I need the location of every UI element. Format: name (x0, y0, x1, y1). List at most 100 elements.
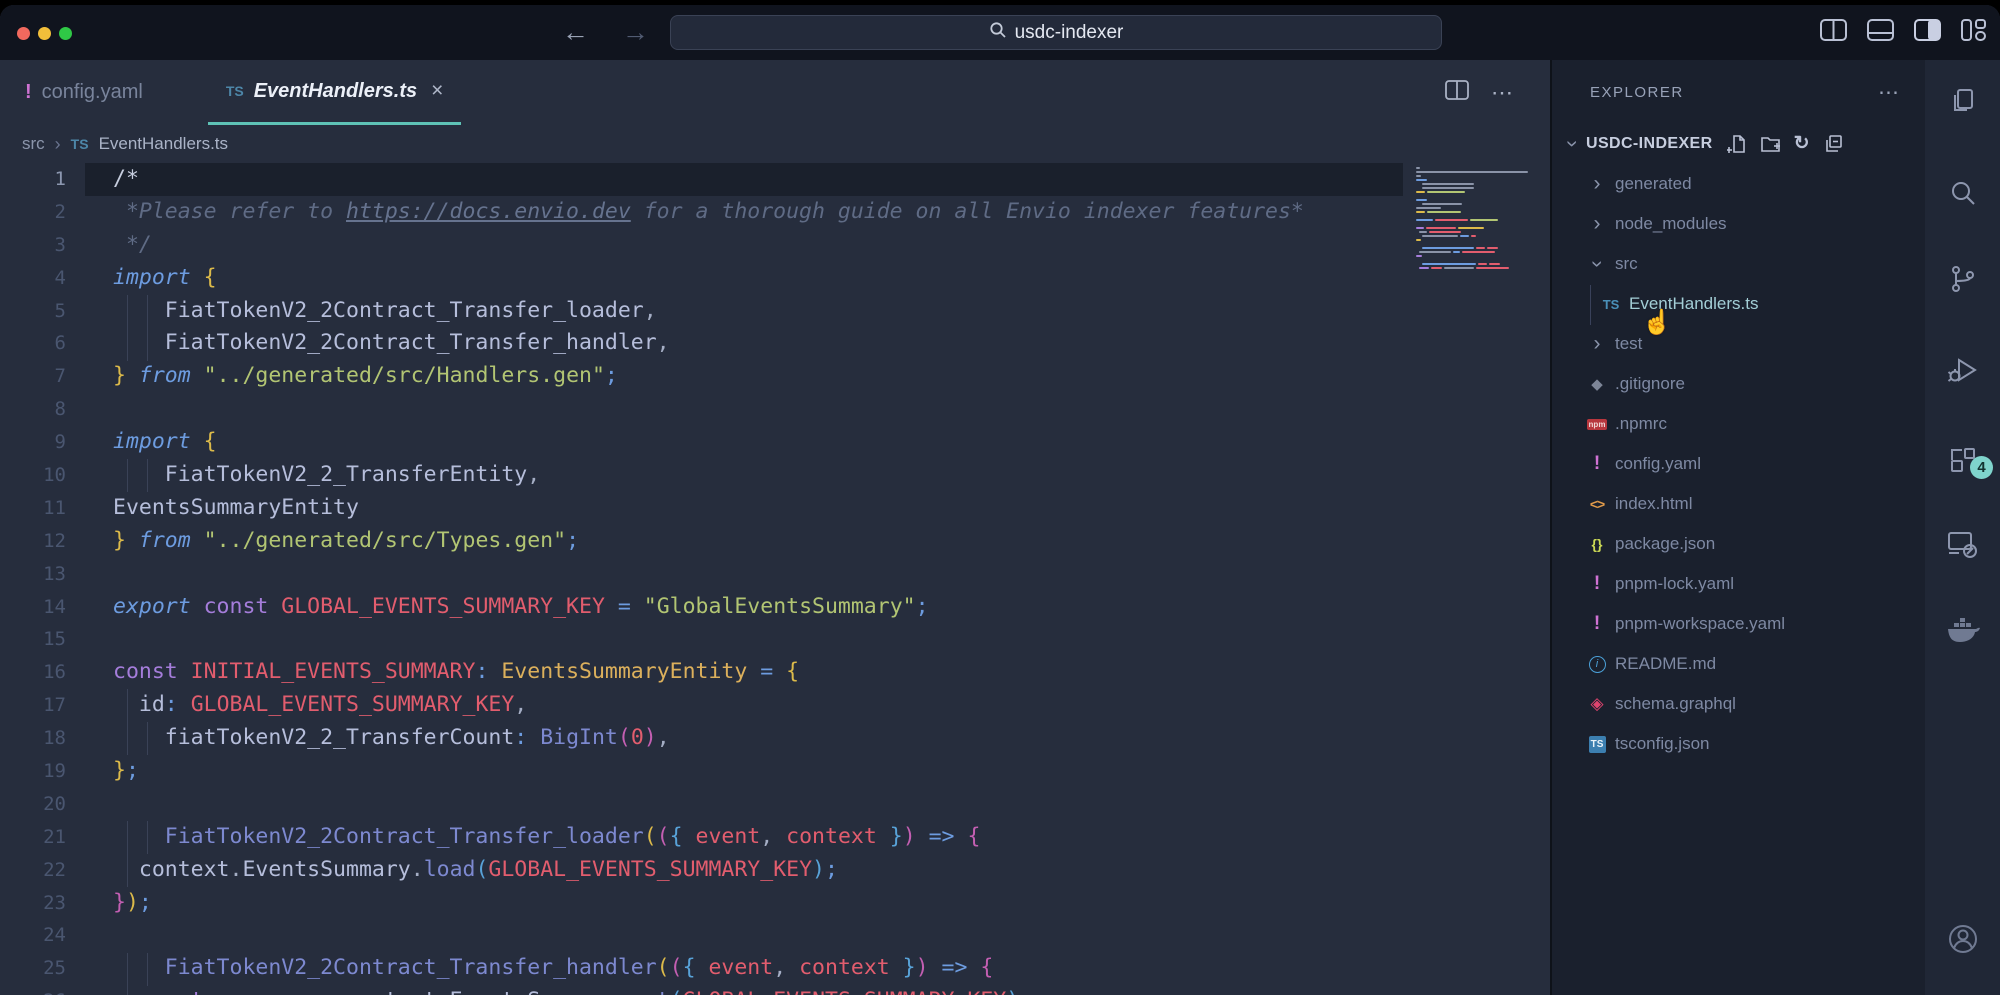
tree-item-pnpm-lock-yaml[interactable]: !pnpm-lock.yaml (1552, 564, 1925, 604)
command-center-search[interactable]: usdc-indexer (670, 15, 1442, 50)
breadcrumb[interactable]: src › TS EventHandlers.ts (0, 125, 1550, 163)
toggle-panel-icon[interactable] (1867, 19, 1894, 41)
zoom-window-button[interactable] (59, 27, 72, 40)
tree-item-eventhandlers-ts[interactable]: TSEventHandlers.ts (1552, 284, 1925, 324)
code-line[interactable]: }; (113, 755, 1304, 788)
tree-item-readme-md[interactable]: iREADME.md (1552, 644, 1925, 684)
new-file-icon[interactable] (1727, 134, 1747, 154)
tree-item-label: .npmrc (1615, 414, 1667, 434)
tree-item-index-html[interactable]: <>index.html (1552, 484, 1925, 524)
nav-forward-button[interactable]: → (622, 15, 649, 49)
code-line[interactable] (113, 393, 1304, 426)
tree-item-src[interactable]: ›src (1552, 244, 1925, 284)
code-line[interactable]: context.EventsSummary.load(GLOBAL_EVENTS… (113, 854, 1304, 887)
line-number: 11 (0, 492, 66, 525)
tree-item-schema-graphql[interactable]: ◈ schema.graphql (1552, 684, 1925, 724)
tree-item-tsconfig-json[interactable]: TStsconfig.json (1552, 724, 1925, 764)
file-tree: › USDC-INDEXER ↻ (1552, 124, 1925, 764)
remote-explorer-icon[interactable] (1947, 529, 1979, 564)
yaml-file-icon: ! (1594, 453, 1600, 475)
close-window-button[interactable] (17, 27, 30, 40)
code-line[interactable]: import { (113, 426, 1304, 459)
code-line[interactable]: FiatTokenV2_2Contract_Transfer_handler, (113, 327, 1304, 360)
split-editor-icon[interactable] (1820, 19, 1847, 41)
line-number: 7 (0, 360, 66, 393)
explorer-more-actions-icon[interactable]: ⋯ (1878, 80, 1901, 105)
tree-item-generated[interactable]: ›generated (1552, 164, 1925, 204)
code-line[interactable]: export const GLOBAL_EVENTS_SUMMARY_KEY =… (113, 591, 1304, 624)
minimap[interactable] (1416, 166, 1537, 270)
run-debug-icon[interactable] (1947, 354, 1979, 391)
minimize-window-button[interactable] (38, 27, 51, 40)
refresh-explorer-icon[interactable]: ↻ (1794, 135, 1810, 153)
tree-item-pnpm-workspace-yaml[interactable]: !pnpm-workspace.yaml (1552, 604, 1925, 644)
tab-config-yaml[interactable]: ! config.yaml (0, 60, 163, 125)
yaml-file-icon: ! (1594, 573, 1600, 595)
code-line[interactable]: } from "../generated/src/Types.gen"; (113, 525, 1304, 558)
more-actions-icon[interactable]: ⋯ (1491, 80, 1515, 106)
explorer-copy-icon[interactable] (1948, 86, 1978, 121)
split-editor-right-icon[interactable] (1445, 80, 1469, 105)
explorer-sidebar: EXPLORER ⋯ › USDC-INDEXER ↻ (1550, 60, 1925, 995)
code-line[interactable] (113, 558, 1304, 591)
tree-item-label: test (1615, 334, 1642, 354)
breadcrumb-file[interactable]: EventHandlers.ts (99, 134, 228, 154)
code-line[interactable]: id: GLOBAL_EVENTS_SUMMARY_KEY, (113, 689, 1304, 722)
tree-item-node-modules[interactable]: ›node_modules (1552, 204, 1925, 244)
tree-item--gitignore[interactable]: ◆.gitignore (1552, 364, 1925, 404)
code-line[interactable]: }); (113, 887, 1304, 920)
code-line[interactable]: FiatTokenV2_2Contract_Transfer_loader, (113, 295, 1304, 328)
code-line[interactable]: FiatTokenV2_2Contract_Transfer_handler((… (113, 952, 1304, 985)
breadcrumb-folder[interactable]: src (22, 134, 45, 154)
line-number: 2 (0, 196, 66, 229)
code-line[interactable]: import { (113, 262, 1304, 295)
code-line[interactable] (113, 788, 1304, 821)
explorer-toolbar: ↻ (1727, 134, 1843, 154)
source-control-icon[interactable] (1948, 264, 1978, 299)
code-line[interactable]: EventsSummaryEntity (113, 492, 1304, 525)
search-icon (989, 21, 1007, 44)
toggle-sidebar-icon[interactable] (1914, 19, 1941, 41)
code-line[interactable]: } from "../generated/src/Handlers.gen"; (113, 360, 1304, 393)
code-line[interactable] (113, 623, 1304, 656)
code-line[interactable]: /* (113, 163, 1304, 196)
graphql-file-icon: ◈ (1590, 694, 1603, 714)
code-line[interactable]: fiatTokenV2_2_TransferCount: BigInt(0), (113, 722, 1304, 755)
collapse-folders-icon[interactable] (1823, 134, 1843, 154)
typescript-file-icon: TS (71, 136, 89, 152)
docker-icon[interactable] (1946, 616, 1980, 649)
customize-layout-icon[interactable] (1961, 19, 1986, 41)
line-number: 12 (0, 525, 66, 558)
tree-root-usdc-indexer[interactable]: › USDC-INDEXER ↻ (1552, 124, 1925, 164)
search-icon[interactable] (1948, 178, 1978, 213)
code-content[interactable]: /* *Please refer to https://docs.envio.d… (113, 163, 1304, 995)
extensions-badge: 4 (1970, 456, 1993, 479)
code-editor[interactable]: 1234567891011121314151617181920212223242… (0, 163, 1550, 995)
activity-bar: 4 (1925, 60, 2000, 995)
line-number: 15 (0, 623, 66, 656)
code-line[interactable]: *Please refer to https://docs.envio.dev … (113, 196, 1304, 229)
new-folder-icon[interactable] (1760, 134, 1781, 154)
code-line[interactable]: const summary = context.EventsSummary.ge… (113, 985, 1304, 995)
account-icon[interactable] (1947, 923, 1979, 960)
line-number: 18 (0, 722, 66, 755)
line-number: 24 (0, 919, 66, 952)
tree-item-test[interactable]: ›test (1552, 324, 1925, 364)
line-number: 25 (0, 952, 66, 985)
line-number: 9 (0, 426, 66, 459)
line-number: 19 (0, 755, 66, 788)
line-number: 5 (0, 295, 66, 328)
chevron-down-icon: › (1585, 256, 1609, 272)
tree-item-label: schema.graphql (1615, 694, 1736, 714)
code-line[interactable]: FiatTokenV2_2_TransferEntity, (113, 459, 1304, 492)
code-line[interactable] (113, 919, 1304, 952)
close-tab-icon[interactable]: × (431, 79, 443, 103)
code-line[interactable]: FiatTokenV2_2Contract_Transfer_loader(({… (113, 821, 1304, 854)
tree-item--npmrc[interactable]: npm.npmrc (1552, 404, 1925, 444)
nav-back-button[interactable]: ← (562, 15, 589, 49)
tab-eventhandlers-ts[interactable]: TS EventHandlers.ts × (208, 60, 462, 125)
code-line[interactable]: const INITIAL_EVENTS_SUMMARY: EventsSumm… (113, 656, 1304, 689)
code-line[interactable]: */ (113, 229, 1304, 262)
tree-item-package-json[interactable]: {}package.json (1552, 524, 1925, 564)
tree-item-config-yaml[interactable]: !config.yaml (1552, 444, 1925, 484)
